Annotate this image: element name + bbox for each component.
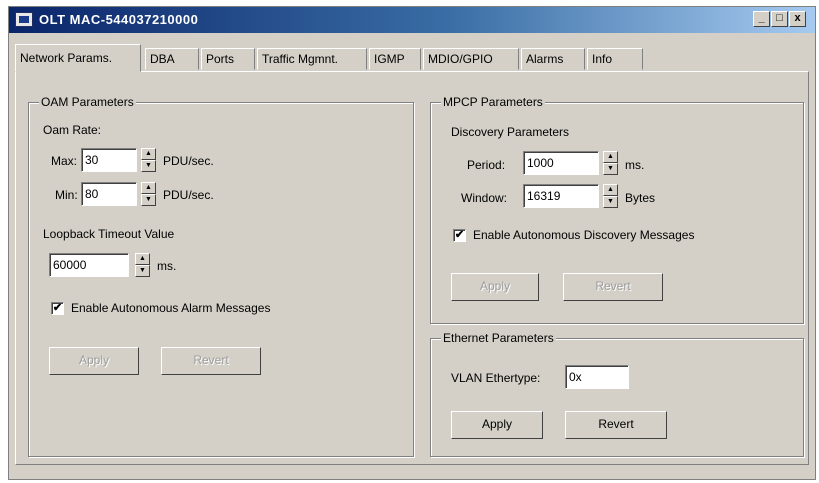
tab-igmp[interactable]: IGMP — [369, 48, 421, 70]
oam-parameters-group: OAM Parameters Oam Rate: Max: 30 ▲ ▼ PDU… — [28, 95, 414, 457]
period-label: Period: — [467, 158, 506, 172]
window-unit-label: Bytes — [625, 191, 656, 205]
tab-ports[interactable]: Ports — [201, 48, 255, 70]
loopback-timeout-spinner[interactable]: ▲ ▼ — [135, 253, 150, 277]
oam-revert-button[interactable]: Revert — [161, 347, 261, 375]
spin-up-icon[interactable]: ▲ — [135, 253, 150, 265]
tab-info[interactable]: Info — [587, 48, 643, 70]
mpcp-revert-button[interactable]: Revert — [563, 273, 663, 301]
spin-up-icon[interactable]: ▲ — [141, 148, 156, 160]
discovery-parameters-label: Discovery Parameters — [451, 125, 570, 139]
window-label: Window: — [461, 191, 508, 205]
app-icon — [15, 12, 33, 27]
enable-discovery-checkbox[interactable]: ✔ — [453, 229, 466, 242]
max-rate-spinner[interactable]: ▲ ▼ — [141, 148, 156, 172]
period-spinner[interactable]: ▲ ▼ — [603, 151, 618, 175]
max-label: Max: — [51, 154, 78, 168]
window-title: OLT MAC-544037210000 — [39, 12, 199, 27]
ethernet-apply-button[interactable]: Apply — [451, 411, 543, 439]
oam-rate-label: Oam Rate: — [43, 123, 102, 137]
min-rate-input[interactable]: 80 — [81, 182, 137, 206]
title-bar[interactable]: OLT MAC-544037210000 _ □ x — [9, 7, 815, 33]
spin-down-icon[interactable]: ▼ — [603, 196, 618, 208]
min-rate-spinner[interactable]: ▲ ▼ — [141, 182, 156, 206]
tab-dba[interactable]: DBA — [145, 48, 199, 70]
enable-alarm-label: Enable Autonomous Alarm Messages — [71, 301, 271, 315]
spin-up-icon[interactable]: ▲ — [141, 182, 156, 194]
mpcp-group-title: MPCP Parameters — [441, 95, 545, 109]
loopback-unit-label: ms. — [157, 259, 177, 273]
max-rate-input[interactable]: 30 — [81, 148, 137, 172]
loopback-timeout-label: Loopback Timeout Value — [43, 227, 175, 241]
tab-mdio-gpio[interactable]: MDIO/GPIO — [423, 48, 519, 70]
olt-window: OLT MAC-544037210000 _ □ x Network Param… — [8, 6, 816, 480]
period-input[interactable]: 1000 — [523, 151, 599, 175]
spin-up-icon[interactable]: ▲ — [603, 184, 618, 196]
ethernet-group-title: Ethernet Parameters — [441, 331, 556, 345]
network-params-panel: OAM Parameters Oam Rate: Max: 30 ▲ ▼ PDU… — [15, 71, 809, 465]
max-unit-label: PDU/sec. — [163, 154, 214, 168]
enable-alarm-checkbox[interactable]: ✔ — [51, 302, 64, 315]
window-input[interactable]: 16319 — [523, 184, 599, 208]
loopback-timeout-input[interactable]: 60000 — [49, 253, 129, 277]
spin-down-icon[interactable]: ▼ — [603, 163, 618, 175]
tab-alarms[interactable]: Alarms — [521, 48, 585, 70]
oam-apply-button[interactable]: Apply — [49, 347, 139, 375]
spin-down-icon[interactable]: ▼ — [135, 265, 150, 277]
minimize-button[interactable]: _ — [753, 11, 770, 27]
tab-traffic-mgmnt[interactable]: Traffic Mgmnt. — [257, 48, 367, 70]
spin-down-icon[interactable]: ▼ — [141, 194, 156, 206]
oam-group-title: OAM Parameters — [39, 95, 136, 109]
ethernet-revert-button[interactable]: Revert — [565, 411, 667, 439]
window-spinner[interactable]: ▲ ▼ — [603, 184, 618, 208]
min-unit-label: PDU/sec. — [163, 188, 214, 202]
maximize-button[interactable]: □ — [771, 11, 788, 27]
vlan-ethertype-input[interactable]: 0x — [565, 365, 629, 389]
mpcp-parameters-group: MPCP Parameters Discovery Parameters Per… — [430, 95, 804, 324]
spin-up-icon[interactable]: ▲ — [603, 151, 618, 163]
tab-network-params[interactable]: Network Params. — [15, 44, 141, 72]
vlan-ethertype-label: VLAN Ethertype: — [451, 371, 541, 385]
spin-down-icon[interactable]: ▼ — [141, 160, 156, 172]
close-button[interactable]: x — [789, 11, 806, 27]
tab-strip: Network Params. DBA Ports Traffic Mgmnt.… — [13, 44, 811, 72]
enable-discovery-label: Enable Autonomous Discovery Messages — [473, 228, 695, 242]
mpcp-apply-button[interactable]: Apply — [451, 273, 539, 301]
min-label: Min: — [55, 188, 78, 202]
ethernet-parameters-group: Ethernet Parameters VLAN Ethertype: 0x A… — [430, 331, 804, 457]
period-unit-label: ms. — [625, 158, 645, 172]
